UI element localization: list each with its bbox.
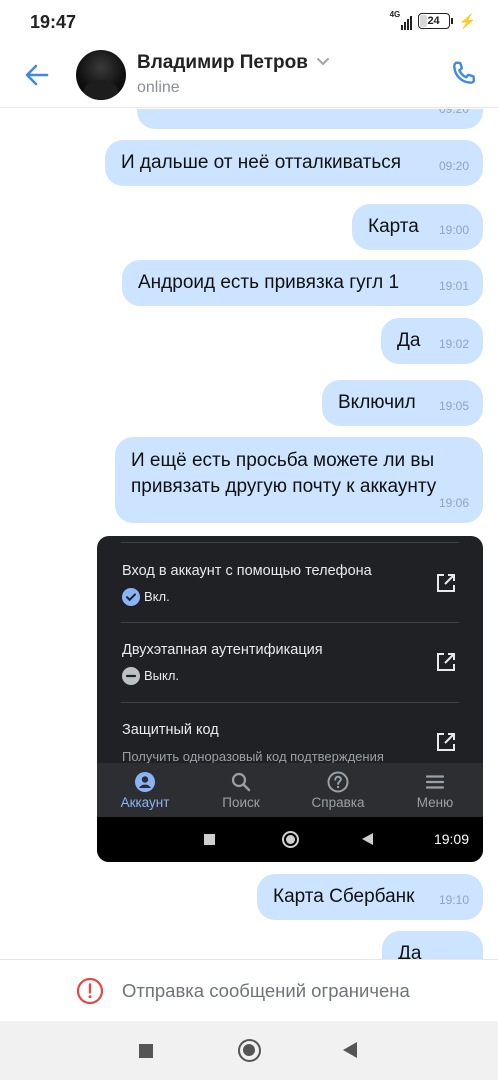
nav-help[interactable]: Справка [290,763,386,817]
message-bubble[interactable]: Андроид есть привязка гугл 1 19:01 [122,260,483,306]
contact-name[interactable]: Владимир Петров [137,52,308,74]
nav-label: Поиск [222,795,260,810]
message-list[interactable]: 09:20 И дальше от неё отталкиваться 09:2… [0,109,498,959]
message-text: Да [397,330,421,351]
google-bottom-nav: Аккаунт Поиск Справка Меню [97,763,483,817]
contact-status: online [137,79,180,96]
nav-account[interactable]: Аккаунт [97,763,193,817]
network-type: 4G [389,10,401,19]
nav-search[interactable]: Поиск [193,763,289,817]
message-text: Да [398,943,422,959]
restriction-text: Отправка сообщений ограничена [122,980,410,1001]
recents-icon [204,834,215,845]
screenshot-system-bar: 19:09 [97,817,483,862]
nav-label: Справка [311,795,365,810]
avatar[interactable] [76,50,126,100]
back-icon [362,833,373,845]
sending-restricted-bar: Отправка сообщений ограничена [0,959,498,1021]
open-external-icon[interactable] [435,651,457,673]
setting-status: Вкл. [144,589,170,604]
setting-title: Защитный код [122,722,219,738]
setting-status: Выкл. [144,668,180,683]
message-text: Включил [338,392,416,413]
attached-screenshot[interactable]: Вход в аккаунт с помощью телефона Вкл. Д… [97,536,483,862]
charging-icon: ⚡ [458,12,476,29]
error-icon [76,977,104,1005]
chat-header: Владимир Петров online [0,44,498,108]
status-indicators: 4G 24 ⚡ [389,10,476,30]
nav-menu[interactable]: Меню [387,763,483,817]
phone-icon[interactable] [448,58,480,90]
setting-title: Двухэтапная аутентификация [122,642,323,658]
message-bubble[interactable]: И дальше от неё отталкиваться 09:20 [105,140,483,186]
open-external-icon[interactable] [435,572,457,594]
message-time: 19:05 [438,399,469,413]
message-text: Карта Сбербанк [273,886,415,907]
message-bubble[interactable]: И ещё есть просьба можете ли вы привязат… [115,437,483,523]
chevron-down-icon[interactable] [316,57,330,67]
message-text: Андроид есть привязка гугл 1 [138,272,400,293]
help-icon [327,771,349,793]
status-bar: 19:47 4G 24 ⚡ [0,0,498,44]
message-bubble[interactable]: Включил 19:05 [322,380,483,426]
search-icon [231,772,251,792]
message-bubble[interactable]: Карта 19:00 [352,204,483,250]
open-external-icon[interactable] [435,731,457,753]
status-time: 19:47 [30,12,77,32]
screenshot-time: 19:09 [433,831,469,847]
recents-button[interactable] [139,1044,153,1058]
menu-icon [425,775,445,789]
message-time: 09:20 [438,159,469,173]
setting-title: Вход в аккаунт с помощью телефона [122,563,372,579]
home-icon [282,831,299,848]
message-time: 19:02 [438,337,469,351]
minus-circle-icon [122,667,140,685]
back-arrow-icon[interactable] [22,60,52,90]
battery-level: 24 [427,15,440,27]
message-bubble[interactable]: Карта Сбербанк 19:10 [257,874,483,920]
setting-subtitle: Получить одноразовый код подтверждения [122,749,384,764]
message-text-line: привязать другую почту к аккаунту [131,476,437,497]
message-bubble[interactable]: 09:20 [137,109,483,129]
nav-label: Аккаунт [120,795,170,810]
system-navigation-bar [0,1021,498,1080]
message-time: 19:06 [438,496,469,510]
battery-icon: 24 [417,13,450,29]
message-bubble[interactable]: Да [382,931,483,959]
nav-label: Меню [416,795,454,810]
signal-icon: 4G [389,10,412,30]
message-text: И дальше от неё отталкиваться [121,152,402,173]
message-time: 09:20 [438,109,469,116]
back-button[interactable] [343,1042,357,1058]
check-circle-icon [122,588,140,606]
message-time: 19:10 [438,893,469,907]
message-time: 19:01 [438,279,469,293]
message-bubble[interactable]: Да 19:02 [381,318,483,364]
message-text-line: И ещё есть просьба можете ли вы [131,450,435,471]
home-button[interactable] [238,1039,261,1062]
message-time: 19:00 [438,223,469,237]
account-icon [135,772,155,792]
message-text: Карта [368,216,419,237]
